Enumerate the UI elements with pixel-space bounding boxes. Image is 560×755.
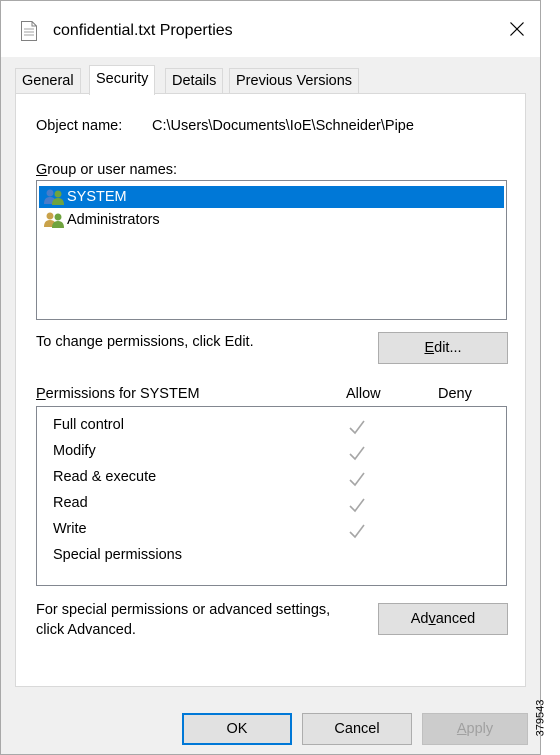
group-or-user-names-label: Group or user names: (36, 162, 178, 178)
user-list[interactable]: SYSTEM Administrators (36, 180, 507, 320)
permission-name: Modify (53, 443, 96, 459)
properties-dialog: confidential.txt Properties General Secu… (0, 0, 541, 755)
deny-column-header: Deny (438, 386, 472, 402)
permission-name: Read (53, 495, 88, 511)
allow-check-icon (349, 524, 365, 539)
change-permissions-hint: To change permissions, click Edit. (36, 334, 254, 350)
close-icon (510, 22, 524, 36)
advanced-button[interactable]: Ad v anced (378, 603, 508, 635)
user-group-icon (44, 189, 64, 205)
permissions-label: Permissions for SYSTEM (36, 386, 200, 402)
user-group-icon (44, 212, 64, 228)
close-button[interactable] (494, 1, 540, 57)
apply-button[interactable]: Apply (422, 713, 528, 745)
permission-name: Special permissions (53, 547, 182, 563)
text-file-icon (21, 21, 37, 41)
user-item-label: SYSTEM (67, 189, 127, 205)
security-panel: Object name: C:\Users\Documents\IoE\Schn… (15, 93, 526, 687)
user-item-label: Administrators (67, 212, 160, 228)
edit-button[interactable]: Edit... (378, 332, 508, 364)
tab-details[interactable]: Details (165, 68, 224, 93)
permission-row: Full control (37, 417, 506, 439)
permission-row: Read & execute (37, 469, 506, 491)
permission-row: Read (37, 495, 506, 517)
advanced-hint-line1: For special permissions or advanced sett… (36, 602, 331, 618)
allow-column-header: Allow (346, 386, 381, 402)
object-name-label: Object name: (36, 118, 123, 134)
cancel-button[interactable]: Cancel (302, 713, 412, 745)
title-bar: confidential.txt Properties (1, 1, 540, 57)
permissions-list[interactable]: Full control Modify Read & execute Read … (36, 406, 507, 586)
object-name-value: C:\Users\Documents\IoE\Schneider\Pipe (152, 118, 414, 134)
window-title: confidential.txt Properties (53, 22, 233, 39)
tab-security[interactable]: Security (89, 65, 156, 95)
permission-row: Special permissions (37, 547, 506, 569)
tab-previous-versions[interactable]: Previous Versions (229, 68, 360, 93)
permission-row: Write (37, 521, 506, 543)
allow-check-icon (349, 498, 365, 513)
permission-name: Full control (53, 417, 124, 433)
permission-row: Modify (37, 443, 506, 465)
tab-general[interactable]: General (15, 68, 81, 93)
permission-name: Write (53, 521, 87, 537)
user-item-administrators[interactable]: Administrators (39, 209, 160, 231)
figure-id-label: 379543 (534, 699, 547, 737)
advanced-hint-line2: click Advanced. (36, 622, 136, 638)
ok-button[interactable]: OK (182, 713, 292, 745)
allow-check-icon (349, 420, 365, 435)
allow-check-icon (349, 472, 365, 487)
permission-name: Read & execute (53, 469, 157, 485)
allow-check-icon (349, 446, 365, 461)
user-item-system[interactable]: SYSTEM (39, 186, 504, 208)
